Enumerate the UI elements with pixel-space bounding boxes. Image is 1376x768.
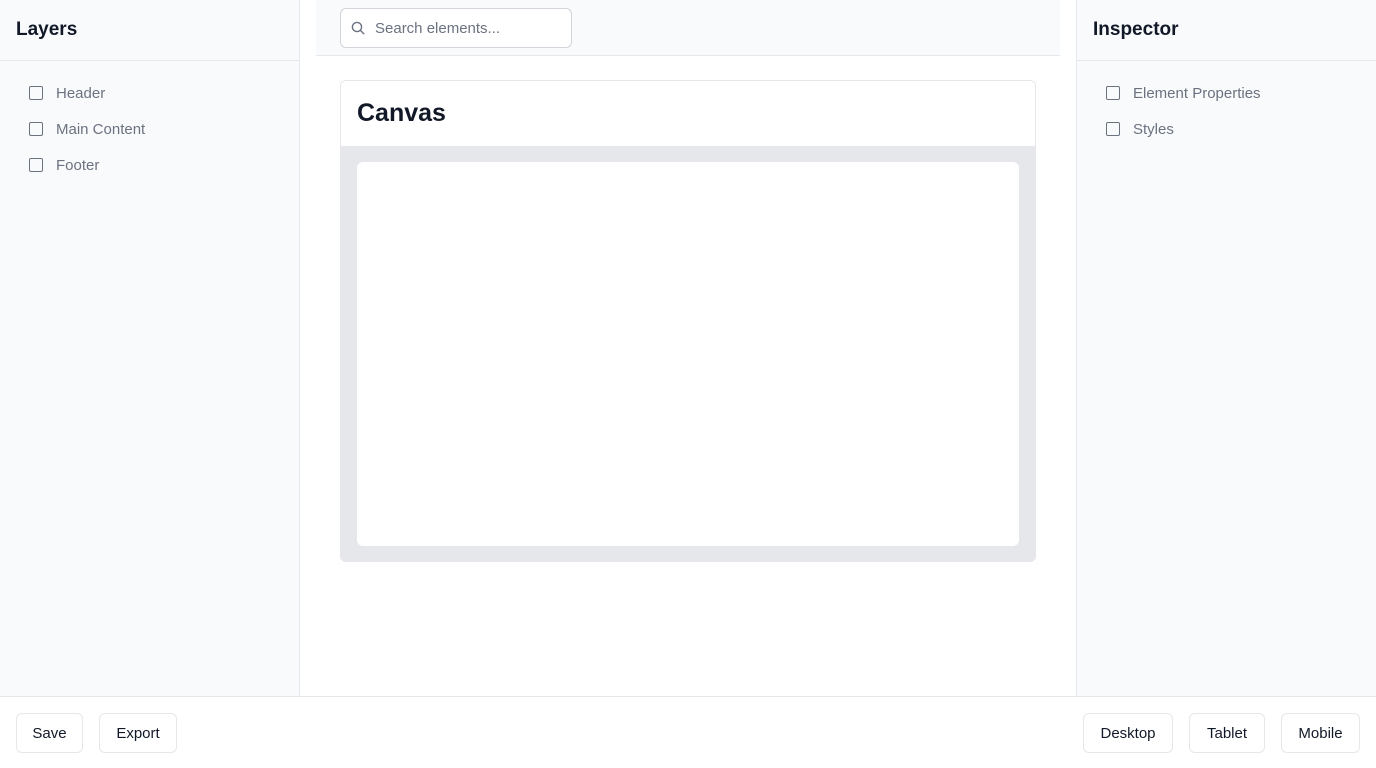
- layers-panel-header: Layers: [0, 0, 299, 61]
- layer-item-footer[interactable]: Footer: [29, 147, 299, 183]
- tablet-view-button[interactable]: Tablet: [1189, 713, 1265, 753]
- inspector-panel-title: Inspector: [1093, 19, 1179, 40]
- layer-item-label: Header: [56, 84, 106, 102]
- checkbox-icon[interactable]: [29, 86, 43, 100]
- canvas-card: Canvas: [340, 80, 1036, 562]
- canvas-viewport: [341, 146, 1035, 561]
- desktop-view-button[interactable]: Desktop: [1083, 713, 1173, 753]
- layers-panel: Layers Header Main Content Footer: [0, 0, 300, 696]
- checkbox-icon[interactable]: [1106, 122, 1120, 136]
- layers-panel-title: Layers: [16, 19, 78, 40]
- search-icon: [351, 20, 367, 36]
- checkbox-icon[interactable]: [1106, 86, 1120, 100]
- inspector-list: Element Properties Styles: [1077, 61, 1376, 147]
- inspector-item-label: Element Properties: [1133, 84, 1261, 102]
- layer-item-label: Main Content: [56, 120, 146, 138]
- canvas-header: Canvas: [341, 81, 1035, 146]
- inspector-item-styles[interactable]: Styles: [1106, 111, 1376, 147]
- inspector-panel-header: Inspector: [1077, 0, 1376, 61]
- export-button[interactable]: Export: [99, 713, 177, 753]
- canvas-surface[interactable]: [357, 162, 1019, 546]
- search-input[interactable]: [375, 19, 555, 37]
- checkbox-icon[interactable]: [29, 158, 43, 172]
- layer-item-header[interactable]: Header: [29, 75, 299, 111]
- mobile-view-button[interactable]: Mobile: [1281, 713, 1360, 753]
- checkbox-icon[interactable]: [29, 122, 43, 136]
- layer-item-main-content[interactable]: Main Content: [29, 111, 299, 147]
- search-box[interactable]: [340, 8, 572, 48]
- canvas-title: Canvas: [357, 99, 446, 127]
- inspector-item-label: Styles: [1133, 120, 1174, 138]
- layer-item-label: Footer: [56, 156, 100, 174]
- footer-toolbar: Save Export Desktop Tablet Mobile: [0, 696, 1376, 768]
- inspector-panel: Inspector Element Properties Styles: [1076, 0, 1376, 696]
- workspace: Canvas: [300, 0, 1076, 696]
- inspector-item-element-properties[interactable]: Element Properties: [1106, 75, 1376, 111]
- search-bar: [316, 0, 1060, 56]
- save-button[interactable]: Save: [16, 713, 83, 753]
- layers-list: Header Main Content Footer: [0, 61, 299, 183]
